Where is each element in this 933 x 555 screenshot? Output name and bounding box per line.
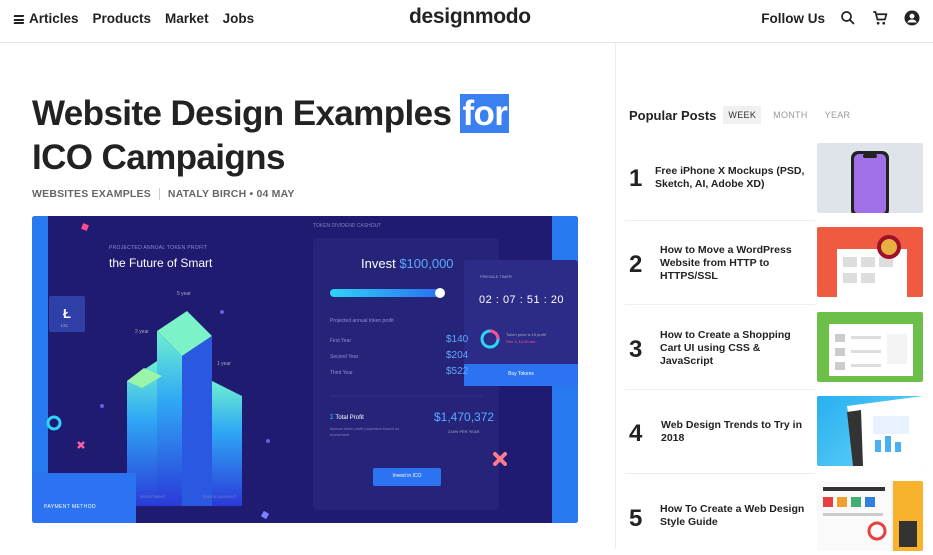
popular-posts-title: Popular Posts [629, 107, 717, 123]
hero-second-val: $204 [446, 350, 469, 361]
post-number: 1 [629, 165, 643, 192]
article-meta: WEBSITES EXAMPLES NATALY BIRCH • 04 MAY [32, 188, 295, 201]
hero-invest-button: Invest in ICO [392, 473, 422, 479]
hero-tagline-small: PROJECTED ANNUAL TOKEN PROFIT [109, 245, 208, 251]
post-number: 5 [629, 505, 643, 532]
popular-post-5[interactable]: 5 How To Create a Web Design Style Guide [625, 481, 925, 555]
hero-first-year: First Year [330, 338, 352, 344]
hero-5year: 5 year [177, 291, 191, 297]
popular-posts-header: Popular Posts WEEK MONTH YEAR [629, 106, 855, 124]
svg-text:Ł: Ł [63, 306, 71, 321]
hero-investment: INVESTMENT [140, 494, 166, 499]
hero-image[interactable]: Ł PROJECTED ANNUAL TOKEN PROFIT the Futu… [32, 216, 578, 523]
hero-payment-method: PAYMENT METHOD [44, 504, 96, 510]
post-number: 3 [629, 336, 643, 363]
post-title[interactable]: How To Create a Web Design Style Guide [660, 503, 810, 529]
divider [625, 304, 815, 305]
divider [625, 220, 815, 221]
follow-us-link[interactable]: Follow Us [761, 11, 825, 26]
popular-post-4[interactable]: 4 Web Design Trends to Try in 2018 [625, 396, 925, 470]
hero-1year: 1 year [217, 361, 231, 367]
hero-third-year: Third Year [330, 370, 353, 376]
highlighted-word: for [460, 94, 510, 133]
hero-timer-title: PRESALE TIMER [480, 274, 512, 279]
hero-projected: Projected annual token profit [330, 318, 394, 324]
hero-first-val: $140 [446, 334, 469, 345]
article-title[interactable]: Website Design Examples for ICO Campaign… [32, 92, 592, 180]
cart-icon[interactable] [871, 9, 889, 27]
hero-timer: 02 : 07 : 51 : 20 [479, 294, 565, 306]
category-link[interactable]: WEBSITES EXAMPLES [32, 188, 151, 200]
hero-timer-note: Token price is 15 profit [506, 332, 547, 337]
site-logo[interactable]: designmodo [409, 5, 531, 29]
post-title[interactable]: Free iPhone X Mockups (PSD, Sketch, AI, … [655, 165, 805, 191]
divider [625, 389, 815, 390]
hero-invest: Invest $100,000 [361, 256, 454, 271]
account-icon[interactable] [903, 9, 921, 27]
post-thumbnail[interactable] [817, 396, 923, 466]
tab-year[interactable]: YEAR [820, 106, 856, 124]
popular-post-1[interactable]: 1 Free iPhone X Mockups (PSD, Sketch, AI… [625, 143, 925, 217]
popular-post-3[interactable]: 3 How to Create a Shopping Cart UI using… [625, 312, 925, 386]
nav-right: Follow Us [761, 9, 921, 27]
hero-total-pct: 216% PER YEAR [448, 429, 480, 434]
tab-week[interactable]: WEEK [723, 106, 762, 124]
post-thumbnail[interactable] [817, 143, 923, 213]
post-thumbnail[interactable] [817, 481, 923, 551]
hero-buy-button: Buy Tokens [508, 371, 534, 377]
hero-coin: LTC [61, 323, 69, 328]
post-number: 4 [629, 420, 643, 447]
menu-icon[interactable] [13, 13, 25, 26]
nav-left: Articles Products Market Jobs [13, 11, 255, 26]
search-icon[interactable] [839, 9, 857, 27]
nav-market[interactable]: Market [165, 11, 209, 26]
post-title[interactable]: Web Design Trends to Try in 2018 [661, 419, 811, 445]
hero-total-sub: Annual token profit projection based on … [330, 426, 400, 437]
nav-products[interactable]: Products [93, 11, 152, 26]
hero-tagline: the Future of Smart [109, 256, 213, 270]
hero-timer-date: Dec 3, 12:00 am [506, 339, 536, 344]
hero-token-cashout: TOKEN CASHOUT [202, 494, 237, 499]
top-navbar: Articles Products Market Jobs designmodo… [0, 0, 933, 43]
hero-2year: 2 year [135, 329, 149, 335]
post-thumbnail[interactable] [817, 227, 923, 297]
post-thumbnail[interactable] [817, 312, 923, 382]
author-date[interactable]: NATALY BIRCH • 04 MAY [168, 188, 295, 200]
hero-total-value: $1,470,372 [434, 410, 495, 424]
nav-articles[interactable]: Articles [13, 11, 79, 26]
hero-top-label: TOKEN DIVIDEND CASHOUT [313, 223, 382, 229]
post-title[interactable]: How to Create a Shopping Cart UI using C… [660, 329, 810, 368]
hero-second-year: Second Year [330, 354, 359, 360]
hero-total-label: Σ Total Profit [330, 415, 364, 421]
post-title[interactable]: How to Move a WordPress Website from HTT… [660, 244, 810, 283]
column-divider [615, 43, 616, 549]
popular-post-2[interactable]: 2 How to Move a WordPress Website from H… [625, 227, 925, 301]
post-number: 2 [629, 251, 643, 278]
divider [625, 473, 815, 474]
nav-jobs[interactable]: Jobs [223, 11, 255, 26]
tab-month[interactable]: MONTH [768, 106, 813, 124]
